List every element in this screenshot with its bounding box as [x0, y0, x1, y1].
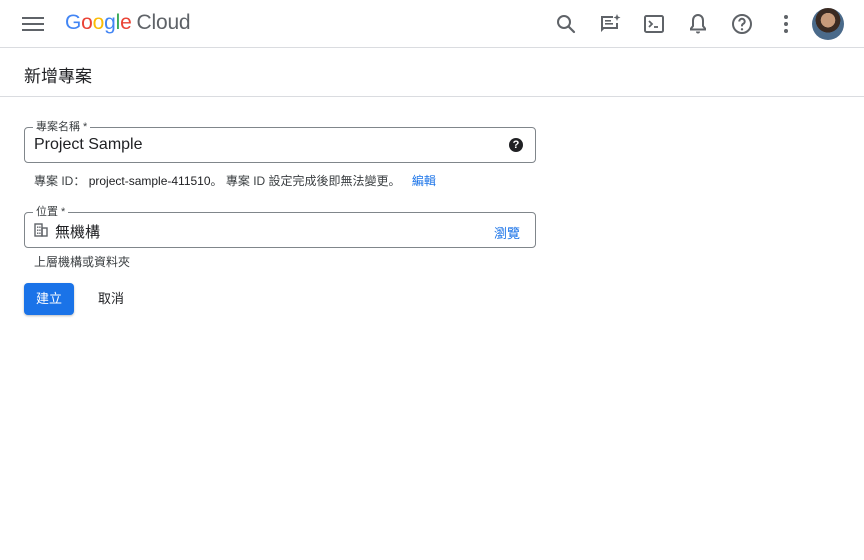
account-avatar[interactable] [812, 8, 844, 40]
question-mark-icon[interactable]: ? [509, 138, 523, 152]
location-value: 無機構 [55, 224, 101, 241]
edit-project-id-link[interactable]: 編輯 [412, 174, 436, 188]
top-app-bar: Google Cloud [0, 0, 864, 48]
project-name-input[interactable]: Project Sample [34, 136, 143, 154]
project-id-suffix: 。 專案 ID 設定完成後即無法變更。 [210, 174, 401, 188]
location-field[interactable]: 位置 * 無機構 瀏覽 [24, 205, 536, 248]
project-id-hint: 專案 ID： project-sample-411510。 專案 ID 設定完成… [34, 172, 436, 189]
logo-letter: o [81, 11, 93, 34]
logo-letter: G [65, 11, 82, 34]
notifications-icon[interactable] [686, 12, 710, 36]
page-title: 新增專案 [24, 67, 92, 86]
search-icon[interactable] [554, 12, 578, 36]
logo-letter: e [120, 11, 132, 34]
logo-letter: g [104, 11, 116, 34]
location-label: 位置 * [33, 205, 69, 219]
cloud-shell-icon[interactable] [642, 12, 666, 36]
project-id-prefix: 專案 ID： [34, 174, 86, 188]
google-cloud-logo[interactable]: Google Cloud [65, 11, 191, 35]
browse-location-link[interactable]: 瀏覽 [494, 223, 520, 242]
location-hint: 上層機構或資料夾 [34, 255, 131, 269]
logo-product: Cloud [136, 11, 191, 34]
project-id-value: project-sample-411510 [88, 174, 211, 188]
project-name-field[interactable]: 專案名稱 * Project Sample ? [24, 120, 536, 163]
more-vert-icon[interactable] [774, 12, 798, 36]
logo-letter: o [92, 11, 105, 34]
create-button[interactable]: 建立 [24, 283, 74, 315]
menu-icon[interactable] [22, 14, 44, 34]
help-icon[interactable] [730, 12, 754, 36]
gemini-assist-icon[interactable] [598, 12, 622, 36]
page-header: 新增專案 [0, 48, 864, 97]
cancel-button[interactable]: 取消 [86, 283, 136, 315]
organization-icon [34, 223, 48, 237]
project-name-label: 專案名稱 * [33, 120, 91, 134]
